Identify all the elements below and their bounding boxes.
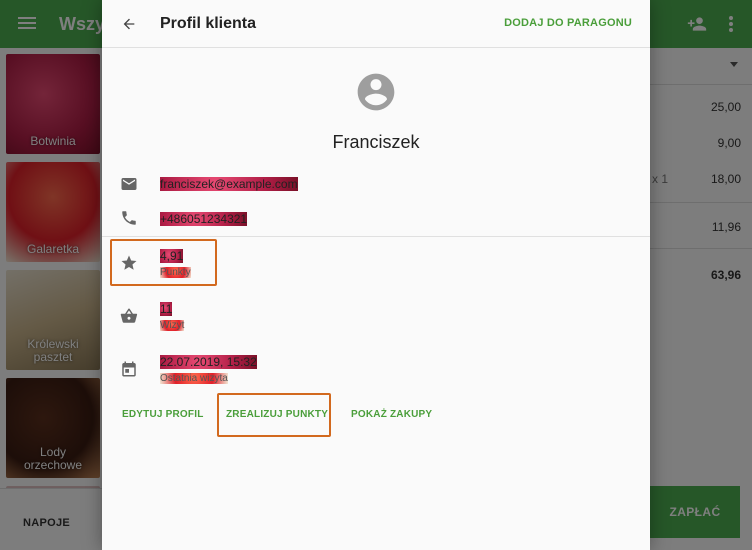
phone-text: +486051234321 xyxy=(160,212,248,226)
phone-icon xyxy=(122,211,136,225)
last-visit-label: Ostatnia wizyta xyxy=(160,373,228,384)
account-circle-icon xyxy=(357,73,395,111)
add-to-receipt-button[interactable]: DODAJ DO PARAGONU xyxy=(504,17,632,29)
shopping-basket-icon xyxy=(120,308,138,323)
last-visit-value: 22.07.2019, 15:32 xyxy=(160,355,257,369)
email-text: franciszek@example.com xyxy=(160,177,298,191)
email-icon xyxy=(121,178,137,190)
visits-value: 11 xyxy=(160,302,173,316)
back-arrow-icon[interactable] xyxy=(121,16,137,32)
dialog-title: Profil klienta xyxy=(160,15,257,32)
redeem-highlight-box xyxy=(217,393,331,437)
show-purchases-button[interactable]: POKAŻ ZAKUPY xyxy=(351,409,432,420)
edit-profile-button[interactable]: EDYTUJ PROFIL xyxy=(122,409,204,420)
calendar-icon xyxy=(122,361,136,377)
dialog-toolbar: Profil klienta DODAJ DO PARAGONU xyxy=(102,0,650,48)
points-highlight-box xyxy=(110,239,217,286)
customer-name: Franciszek xyxy=(332,132,420,152)
visits-label: Wizyt xyxy=(160,320,185,331)
divider xyxy=(102,236,650,237)
customer-profile-dialog: Profil klienta DODAJ DO PARAGONU Francis… xyxy=(102,0,650,550)
